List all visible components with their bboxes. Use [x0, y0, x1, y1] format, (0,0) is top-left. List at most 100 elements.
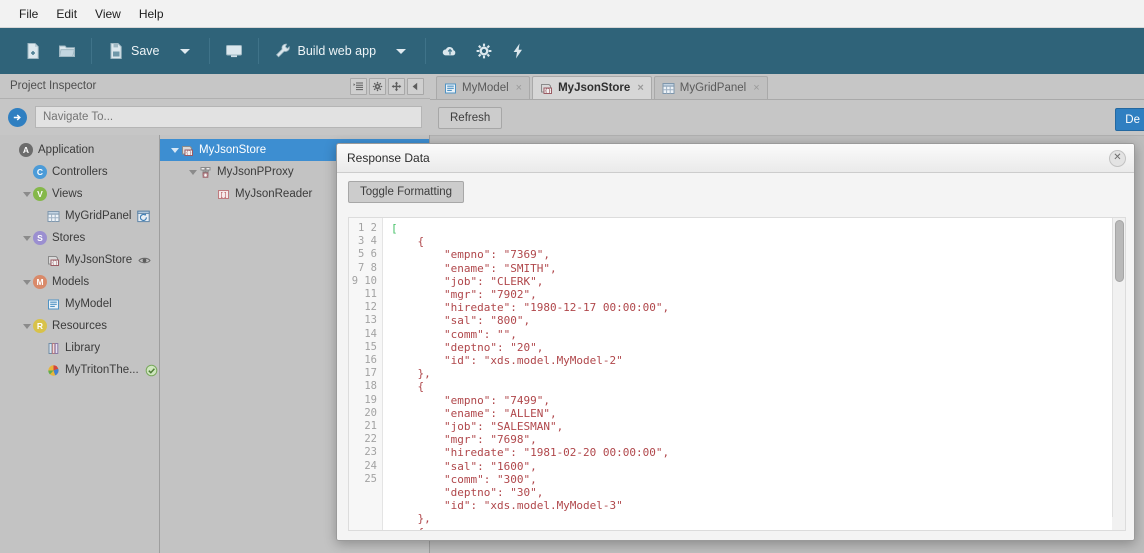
menu-bar: File Edit View Help [0, 0, 1144, 28]
save-dropdown-button[interactable] [168, 33, 202, 69]
tab-mygridpanel[interactable]: MyGridPanel × [653, 76, 768, 99]
dialog-title: Response Data [347, 151, 430, 165]
close-icon[interactable]: ✕ [1109, 149, 1126, 167]
menu-item-view[interactable]: View [86, 4, 130, 24]
open-file-button[interactable] [50, 33, 84, 69]
collapse-tree-icon [353, 82, 363, 90]
navigate-arrow-icon[interactable] [8, 107, 27, 127]
preview-button[interactable] [217, 33, 251, 69]
line-number-gutter: 1 2 3 4 5 6 7 8 9 10 11 12 13 14 15 16 1… [349, 218, 383, 530]
tree-item-label: MyTritonThe... [65, 364, 139, 376]
tab-close-icon[interactable]: × [637, 82, 643, 94]
json-code-content[interactable]: [ { "empno": "7369", "ename": "SMITH", "… [383, 218, 1125, 530]
tree-item-resources[interactable]: R Resources [0, 315, 159, 337]
navigate-row [0, 99, 430, 135]
chevron-down-icon[interactable] [20, 191, 33, 197]
editor-toolbar: Refresh [430, 100, 1144, 136]
eye-icon[interactable] [138, 254, 151, 267]
json-open-bracket: [ [391, 222, 398, 235]
scrollbar-corner [1112, 517, 1125, 530]
tree-badge-m-icon: M [33, 275, 47, 289]
refresh-button[interactable]: Refresh [438, 106, 503, 129]
dialog-body: 1 2 3 4 5 6 7 8 9 10 11 12 13 14 15 16 1… [337, 210, 1134, 540]
grid-panel-icon [47, 210, 60, 222]
dialog-header: Response Data ✕ [337, 144, 1134, 173]
toolbar-separator-4 [425, 38, 427, 64]
chevron-down-icon[interactable] [20, 279, 33, 285]
check-badge-icon[interactable] [145, 364, 158, 377]
tab-close-icon[interactable]: × [516, 82, 522, 94]
build-web-app-button[interactable]: Build web app [266, 33, 385, 69]
tree-item-controllers[interactable]: C Controllers [0, 161, 159, 183]
tree-item-mygridpanel[interactable]: MyGridPanel [0, 205, 159, 227]
eye-icon [138, 257, 151, 263]
tree-item-label: Models [52, 276, 90, 288]
tab-mymodel[interactable]: MyModel × [436, 76, 531, 99]
deploy-button[interactable] [433, 33, 467, 69]
gear-icon [476, 43, 492, 59]
menu-item-help[interactable]: Help [130, 4, 173, 24]
tab-close-icon[interactable]: × [753, 82, 759, 94]
response-data-dialog: Response Data ✕ Toggle Formatting 1 2 3 … [336, 143, 1135, 541]
settings-button[interactable] [467, 33, 501, 69]
dialog-toolbar: Toggle Formatting [337, 173, 1134, 210]
chevron-down-icon [179, 48, 190, 54]
chevron-down-icon[interactable] [20, 235, 33, 241]
arrow-right-icon [13, 113, 21, 121]
lightning-icon [513, 43, 523, 59]
detail-tree-item-label: MyJsonReader [235, 188, 313, 200]
tree-item-views[interactable]: V Views [0, 183, 159, 205]
new-file-button[interactable] [16, 33, 50, 69]
save-file-icon [110, 43, 122, 59]
refresh-badge-icon[interactable] [137, 210, 151, 223]
code-scrollbar-thumb[interactable] [1115, 220, 1124, 282]
build-web-app-label: Build web app [297, 44, 377, 58]
project-inspector-tools [350, 77, 430, 95]
tree-item-label: Controllers [52, 166, 108, 178]
save-button-label: Save [131, 44, 160, 58]
chevron-down-icon[interactable] [20, 323, 33, 329]
svg-text:{}: {} [545, 88, 551, 94]
wrench-icon [275, 43, 290, 58]
inspector-move-button[interactable] [388, 77, 405, 95]
project-tree-panel[interactable]: A Application C Controllers V Views MyGridPane… [0, 135, 160, 553]
collapse-panel-button[interactable] [407, 77, 424, 95]
code-vertical-scrollbar[interactable] [1112, 218, 1125, 530]
refresh-badge-icon [137, 210, 151, 222]
tree-badge-a-icon: A [19, 143, 33, 157]
new-file-icon [27, 43, 39, 59]
monitor-icon [225, 45, 242, 58]
code-viewer[interactable]: 1 2 3 4 5 6 7 8 9 10 11 12 13 14 15 16 1… [348, 217, 1126, 531]
model-icon [48, 299, 59, 309]
tree-item-mytritonthe[interactable]: MyTritonThe... [0, 359, 159, 381]
tree-item-label: MyJsonStore [65, 254, 133, 266]
theme-icon [48, 364, 59, 376]
deploy-action-button[interactable]: De [1115, 108, 1144, 131]
tab-label: MyGridPanel [679, 82, 747, 94]
tree-item-mymodel[interactable]: MyModel [0, 293, 159, 315]
tree-item-myjsonstore[interactable]: {} MyJsonStore [0, 249, 159, 271]
tree-badge-s-icon: S [33, 231, 47, 245]
run-button[interactable] [501, 33, 535, 69]
tab-myjsonstore[interactable]: {} MyJsonStore × [532, 76, 652, 99]
tree-item-models[interactable]: M Models [0, 271, 159, 293]
tree-badge-r-icon: R [33, 319, 47, 333]
collapse-tree-button[interactable] [350, 77, 367, 95]
save-button[interactable]: Save [99, 33, 168, 69]
tree-item-library[interactable]: Library [0, 337, 159, 359]
menu-item-file[interactable]: File [10, 4, 47, 24]
menu-item-edit[interactable]: Edit [47, 4, 86, 24]
toolbar-separator-1 [91, 38, 92, 64]
tree-item-application[interactable]: A Application [0, 139, 159, 161]
toggle-formatting-button[interactable]: Toggle Formatting [348, 180, 465, 203]
editor-tabstrip: MyModel × {} MyJsonStore × MyGridPanel × [430, 74, 1144, 100]
tree-item-stores[interactable]: S Stores [0, 227, 159, 249]
navigate-to-input[interactable] [35, 106, 422, 128]
gear-icon [372, 81, 383, 91]
inspector-settings-button[interactable] [369, 77, 386, 95]
tab-label: MyJsonStore [558, 82, 631, 94]
chevron-down-icon[interactable] [186, 169, 199, 175]
tree-item-label: Library [65, 342, 101, 354]
chevron-down-icon[interactable] [168, 147, 181, 153]
build-dropdown-button[interactable] [384, 33, 418, 69]
